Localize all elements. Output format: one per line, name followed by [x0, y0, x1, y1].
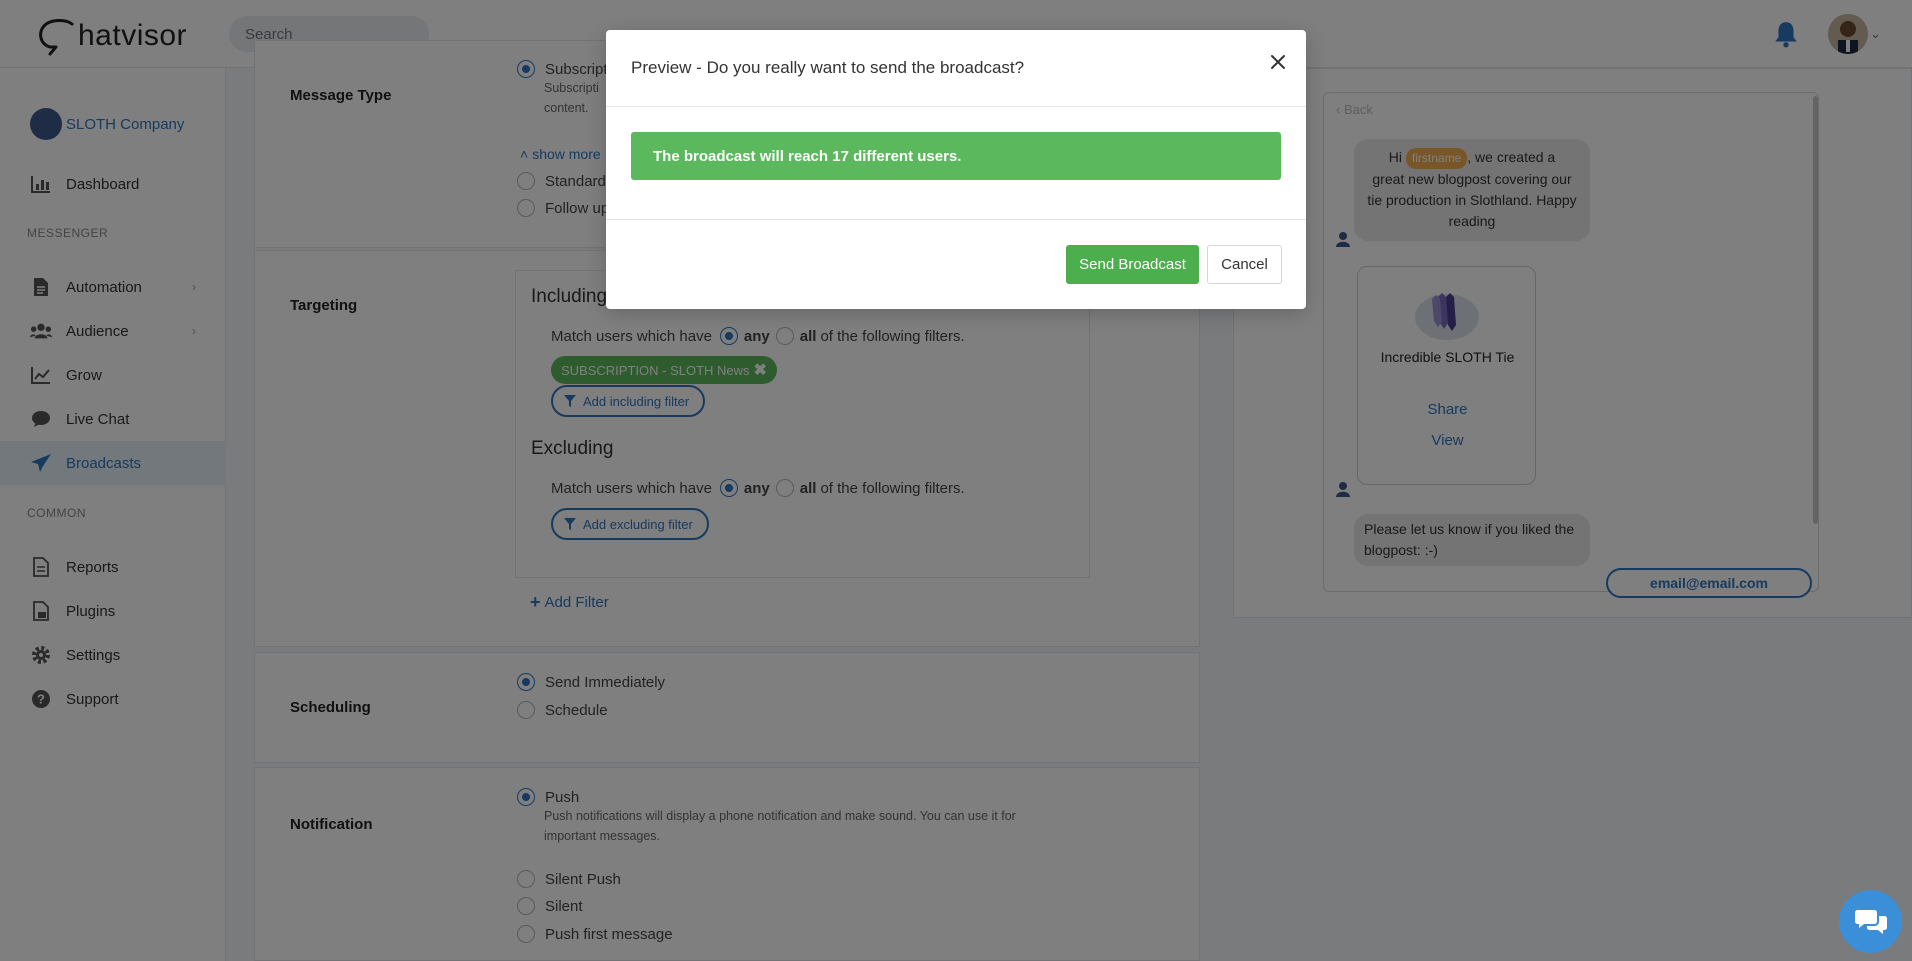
confirm-broadcast-modal: Preview - Do you really want to send the…	[606, 30, 1306, 309]
divider	[606, 219, 1306, 220]
chat-widget-button[interactable]	[1839, 890, 1902, 953]
divider	[606, 106, 1306, 107]
send-broadcast-button[interactable]: Send Broadcast	[1066, 245, 1199, 284]
alert-text: The broadcast will reach 17 different us…	[653, 147, 962, 165]
reach-alert: The broadcast will reach 17 different us…	[631, 132, 1281, 180]
modal-title: Preview - Do you really want to send the…	[631, 58, 1025, 77]
close-icon[interactable]	[1266, 50, 1290, 74]
chat-bubbles-icon	[1854, 909, 1887, 934]
cancel-button[interactable]: Cancel	[1207, 245, 1282, 284]
